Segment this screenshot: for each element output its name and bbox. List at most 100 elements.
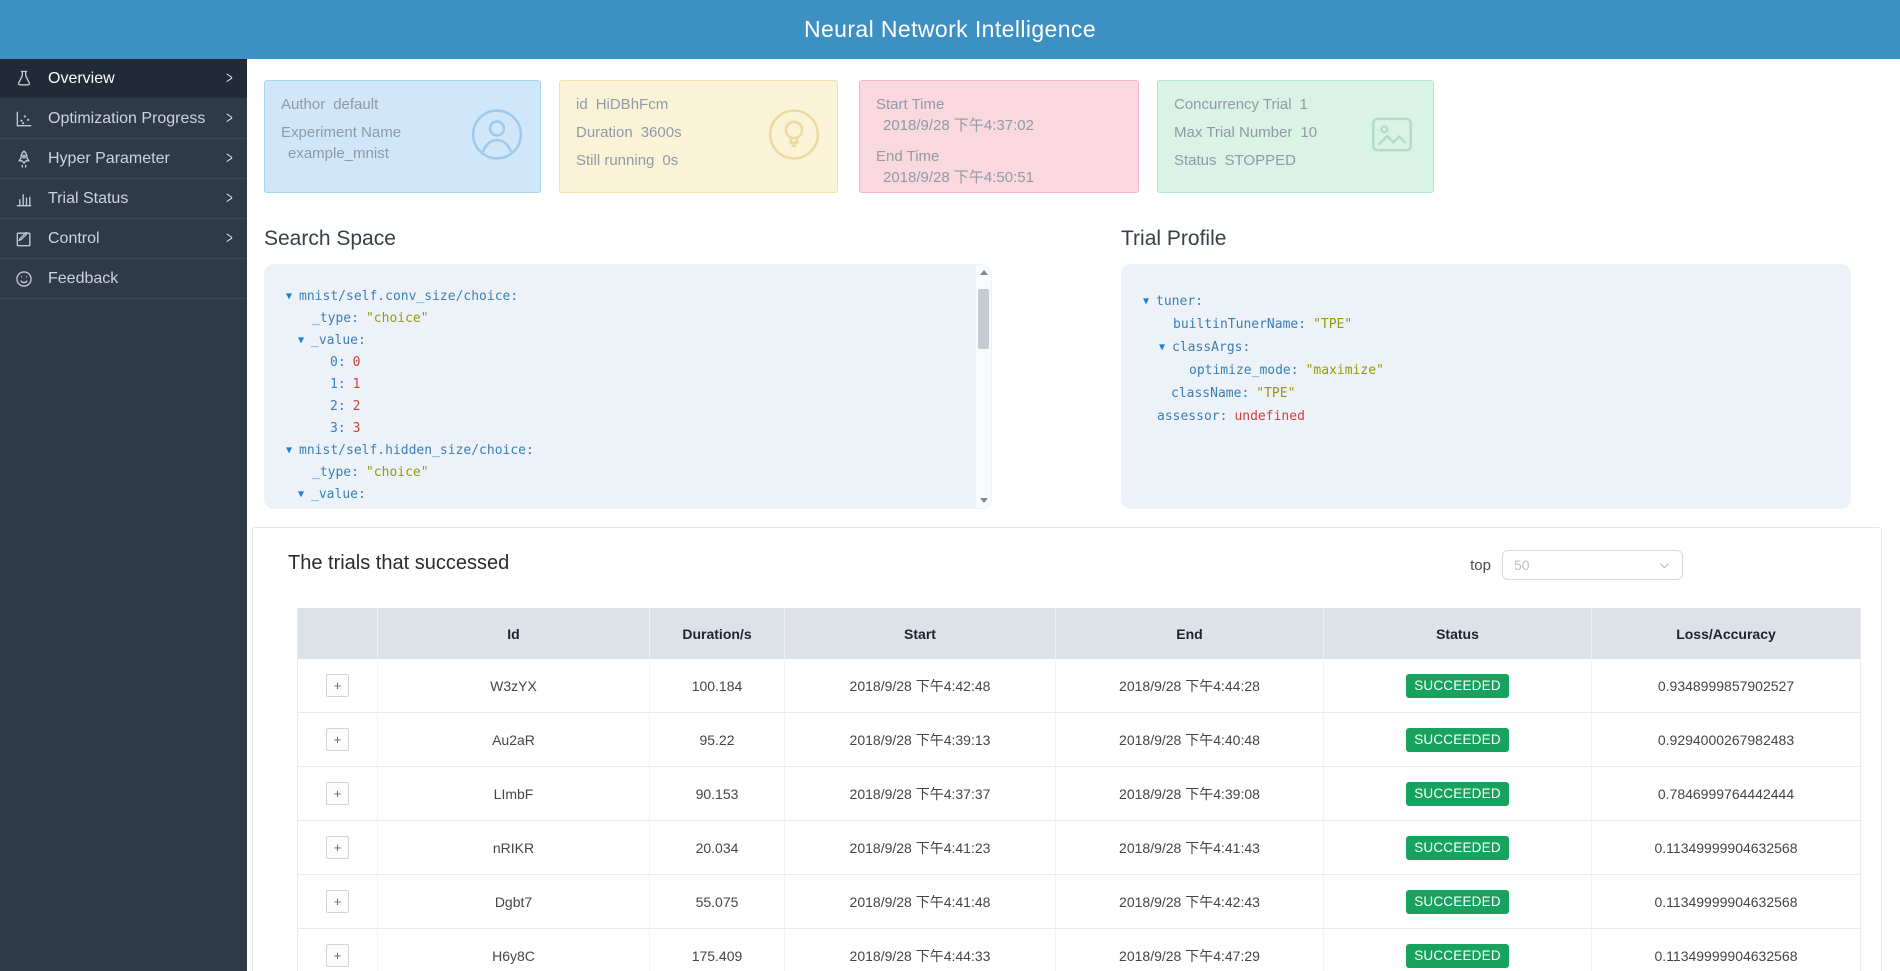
trial-profile-title: Trial Profile xyxy=(1121,227,1227,250)
top-select-value: 50 xyxy=(1514,557,1530,573)
sidebar-item-control[interactable]: Control > xyxy=(0,219,247,259)
nni-app: Neural Network Intelligence Overview > O… xyxy=(0,0,1900,971)
concurrency-value: 1 xyxy=(1299,96,1308,113)
status-badge: SUCCEEDED xyxy=(1406,835,1509,860)
collapse-arrow-icon[interactable]: ▼ xyxy=(298,484,304,506)
json-key: classArgs: xyxy=(1172,340,1251,355)
json-key: assessor: xyxy=(1157,409,1228,424)
column-header-loss: Loss/Accuracy xyxy=(1676,625,1776,642)
json-value: 3 xyxy=(352,421,361,436)
json-key: _type: xyxy=(312,311,359,326)
chevron-right-icon: > xyxy=(226,228,233,249)
experiment-name-label: Experiment Name xyxy=(281,124,402,141)
trial-start-cell: 2018/9/28 下午4:41:23 xyxy=(785,821,1056,874)
sidebar-item-overview[interactable]: Overview > xyxy=(0,59,247,99)
json-line: ▼ tuner: xyxy=(1143,290,1825,313)
collapse-arrow-icon[interactable]: ▼ xyxy=(298,330,304,352)
end-time-value: 2018/9/28 下午4:50:51 xyxy=(883,169,1034,186)
image-icon xyxy=(1367,109,1417,164)
table-row: + W3zYX 100.184 2018/9/28 下午4:42:48 2018… xyxy=(298,659,1860,713)
json-line: ▼ _value: xyxy=(286,330,966,352)
scroll-up-button[interactable] xyxy=(976,265,991,281)
still-running-value: 0s xyxy=(662,152,679,169)
sidebar-item-label: Hyper Parameter xyxy=(48,149,170,167)
status-card: Concurrency Trial 1 Max Trial Number 10 St… xyxy=(1157,80,1434,193)
json-key: optimize_mode: xyxy=(1189,363,1299,378)
trial-end-cell: 2018/9/28 下午4:40:48 xyxy=(1056,713,1324,766)
expand-row-button[interactable]: + xyxy=(326,944,349,967)
scrollbar-thumb[interactable] xyxy=(978,289,989,349)
status-label: Status xyxy=(1174,152,1217,169)
json-key: tuner: xyxy=(1156,294,1203,309)
json-key: 3: xyxy=(330,421,346,436)
json-key: className: xyxy=(1171,386,1250,401)
trial-duration-cell: 55.075 xyxy=(650,875,785,928)
start-time-label: Start Time xyxy=(876,96,945,113)
json-key: 0: xyxy=(330,355,346,370)
column-header-id: Id xyxy=(378,608,650,659)
json-line: assessor: undefined xyxy=(1143,405,1825,428)
json-value: undefined xyxy=(1234,409,1305,424)
table-row: + H6y8C 175.409 2018/9/28 下午4:44:33 2018… xyxy=(298,929,1860,971)
trial-loss-cell: 0.9348999857902527 xyxy=(1657,677,1795,694)
smiley-icon xyxy=(13,268,35,290)
expand-row-button[interactable]: + xyxy=(326,836,349,859)
sidebar-item-hyper-parameter[interactable]: Hyper Parameter > xyxy=(0,139,247,179)
status-badge: SUCCEEDED xyxy=(1406,889,1509,914)
trial-duration-cell: 20.034 xyxy=(650,821,785,874)
sidebar-item-optimization-progress[interactable]: Optimization Progress > xyxy=(0,99,247,139)
collapse-arrow-icon[interactable]: ▼ xyxy=(1159,336,1165,359)
json-key: _value: xyxy=(311,487,366,502)
status-badge: SUCCEEDED xyxy=(1406,781,1509,806)
json-line: 1: 1 xyxy=(286,374,966,396)
start-time-value: 2018/9/28 下午4:37:02 xyxy=(883,117,1034,134)
status-badge: SUCCEEDED xyxy=(1406,727,1509,752)
user-icon xyxy=(470,107,524,166)
trials-panel: The trials that successed top 50 Id Dura… xyxy=(252,527,1882,971)
json-key: _value: xyxy=(311,333,366,348)
json-line: 3: 3 xyxy=(286,418,966,440)
trial-duration-cell: 90.153 xyxy=(650,767,785,820)
trials-title: The trials that successed xyxy=(288,552,510,574)
table-header-row: Id Duration/s Start End Status Loss/Accu… xyxy=(298,608,1860,659)
trial-start-cell: 2018/9/28 下午4:42:48 xyxy=(785,659,1056,712)
json-key: 2: xyxy=(330,399,346,414)
top-label: top xyxy=(1470,556,1491,574)
trial-start-cell: 2018/9/28 下午4:44:33 xyxy=(785,929,1056,971)
collapse-arrow-icon[interactable]: ▼ xyxy=(1143,290,1149,313)
search-space-json: ▼ mnist/self.conv_size/choice: _type: "cho… xyxy=(264,264,992,506)
trial-loss-cell: 0.9294000267982483 xyxy=(1657,731,1795,748)
collapse-arrow-icon[interactable]: ▼ xyxy=(286,286,292,308)
table-row: + Dgbt7 55.075 2018/9/28 下午4:41:48 2018/… xyxy=(298,875,1860,929)
column-header-start: Start xyxy=(785,608,1056,659)
trial-duration-cell: 95.22 xyxy=(650,713,785,766)
expand-row-button[interactable]: + xyxy=(326,890,349,913)
start-time-row: Start Time 2018/9/28 下午4:37:02 xyxy=(876,96,1122,135)
expand-row-button[interactable]: + xyxy=(326,674,349,697)
json-line: _type: "choice" xyxy=(286,308,966,330)
trial-start-cell: 2018/9/28 下午4:37:37 xyxy=(785,767,1056,820)
json-line: builtinTunerName: "TPE" xyxy=(1143,313,1825,336)
id-value: HiDBhFcm xyxy=(595,96,669,113)
top-select[interactable]: 50 xyxy=(1502,550,1683,580)
json-value: "choice" xyxy=(365,465,429,480)
sidebar-item-trial-status[interactable]: Trial Status > xyxy=(0,179,247,219)
json-value: 2 xyxy=(352,399,361,414)
search-space-scrollbar xyxy=(976,265,991,508)
trial-start-cell: 2018/9/28 下午4:41:48 xyxy=(785,875,1056,928)
id-label: id xyxy=(576,96,588,113)
collapse-arrow-icon[interactable]: ▼ xyxy=(286,440,292,462)
bar-chart-icon xyxy=(13,188,35,210)
json-value: 0 xyxy=(352,355,361,370)
scroll-down-button[interactable] xyxy=(976,492,991,508)
column-header-status: Status xyxy=(1324,608,1592,659)
expand-row-button[interactable]: + xyxy=(326,728,349,751)
trial-profile-panel: ▼ tuner: builtinTunerName: "TPE" ▼ classArg… xyxy=(1121,264,1851,509)
sidebar-item-label: Trial Status xyxy=(48,189,129,207)
status-badge: SUCCEEDED xyxy=(1406,673,1509,698)
json-key: 1: xyxy=(330,377,346,392)
sidebar-item-feedback[interactable]: Feedback xyxy=(0,259,247,299)
expand-row-button[interactable]: + xyxy=(326,782,349,805)
table-row: + Au2aR 95.22 2018/9/28 下午4:39:13 2018/9… xyxy=(298,713,1860,767)
json-key: mnist/self.hidden_size/choice: xyxy=(299,443,534,458)
